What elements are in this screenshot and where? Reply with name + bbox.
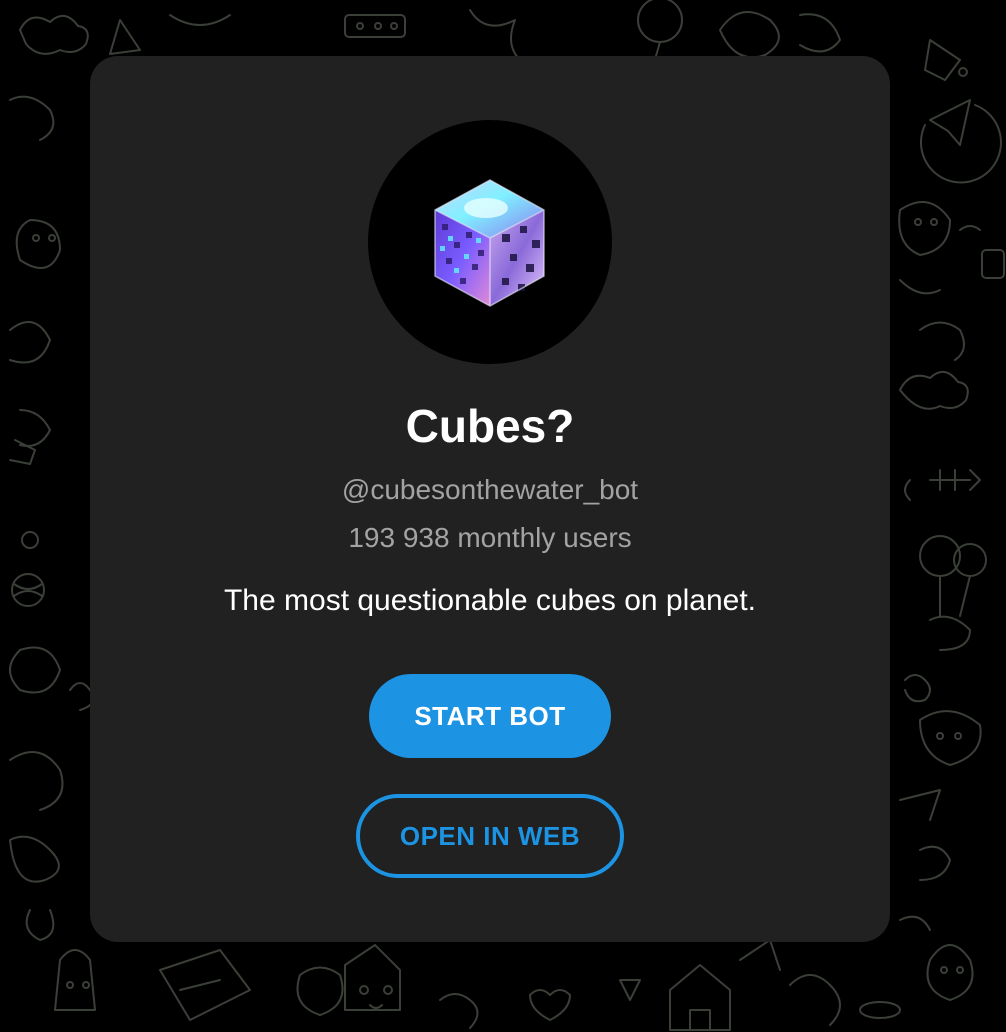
bot-preview-card: Cubes? @cubesonthewater_bot 193 938 mont…: [90, 56, 890, 942]
bot-name: Cubes?: [405, 400, 575, 452]
start-bot-button[interactable]: START BOT: [369, 674, 611, 758]
monthly-users-count: 193 938 monthly users: [348, 522, 632, 553]
bot-description: The most questionable cubes on planet.: [223, 584, 757, 617]
open-in-web-button[interactable]: OPEN IN WEB: [356, 794, 624, 878]
glowing-cube-icon: [434, 179, 545, 307]
bot-username[interactable]: @cubesonthewater_bot: [90, 470, 890, 510]
bot-avatar: [368, 120, 612, 364]
